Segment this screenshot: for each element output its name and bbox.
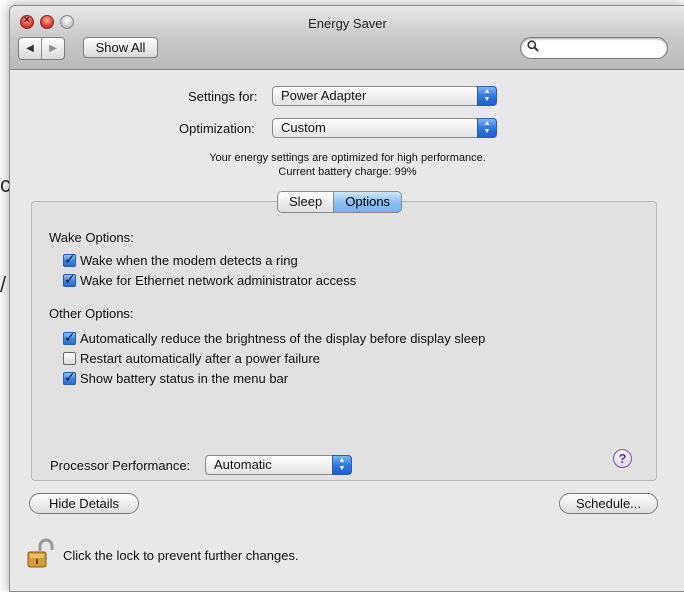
checkbox-checked-icon [63, 271, 76, 288]
wake-modem-checkbox[interactable]: Wake when the modem detects a ring [63, 251, 298, 268]
popup-arrows-icon: ▲ ▼ [477, 86, 497, 106]
settings-for-value: Power Adapter [281, 88, 367, 103]
schedule-button[interactable]: Schedule... [559, 493, 658, 514]
back-forward-control: ◀ ▶ [18, 37, 65, 60]
title-bar: × Energy Saver ◀ ▶ Show All [10, 6, 684, 70]
processor-performance-popup[interactable]: Automatic ▲ ▼ [205, 455, 352, 475]
wake-ethernet-checkbox[interactable]: Wake for Ethernet network administrator … [63, 271, 357, 288]
checkbox-checked-icon [63, 329, 76, 346]
restart-after-power-failure-checkbox[interactable]: Restart automatically after a power fail… [63, 350, 320, 366]
search-field[interactable] [520, 37, 668, 59]
processor-performance-value: Automatic [214, 457, 272, 472]
status-text-line2: Current battery charge: 99% [278, 166, 417, 178]
checkbox-label: Automatically reduce the brightness of t… [80, 330, 486, 346]
hide-details-button[interactable]: Hide Details [29, 493, 139, 514]
background-text-fragment: / [0, 272, 7, 297]
settings-for-popup[interactable]: Power Adapter ▲ ▼ [272, 86, 497, 106]
back-arrow-icon: ◀ [26, 43, 34, 54]
checkbox-label: Show battery status in the menu bar [80, 370, 289, 386]
popup-arrows-icon: ▲ ▼ [332, 455, 352, 475]
optimization-popup[interactable]: Custom ▲ ▼ [272, 118, 497, 138]
reduce-brightness-checkbox[interactable]: Automatically reduce the brightness of t… [63, 329, 486, 346]
show-all-button[interactable]: Show All [83, 37, 158, 58]
show-battery-status-checkbox[interactable]: Show battery status in the menu bar [63, 369, 289, 386]
checkbox-label: Wake when the modem detects a ring [80, 252, 298, 268]
optimization-value: Custom [281, 120, 326, 135]
forward-button[interactable]: ▶ [41, 38, 64, 59]
wake-options-heading: Wake Options: [49, 230, 134, 245]
lock-status-text: Click the lock to prevent further change… [63, 548, 299, 563]
status-text-line1: Your energy settings are optimized for h… [209, 152, 486, 164]
back-button[interactable]: ◀ [19, 38, 41, 59]
checkbox-checked-icon [63, 251, 76, 268]
popup-arrows-icon: ▲ ▼ [477, 118, 497, 138]
settings-for-label: Settings for: [188, 89, 258, 104]
options-panel: Wake Options: Wake when the modem detect… [31, 201, 657, 481]
other-options-heading: Other Options: [49, 306, 134, 321]
checkbox-unchecked-icon [63, 351, 76, 365]
checkbox-checked-icon [63, 369, 76, 386]
forward-arrow-icon: ▶ [49, 43, 57, 54]
help-button[interactable]: ? [613, 449, 632, 468]
energy-saver-window: × Energy Saver ◀ ▶ Show All Settings for… [9, 5, 684, 592]
tab-options[interactable]: Options [333, 192, 402, 212]
processor-performance-label: Processor Performance: [50, 458, 191, 473]
optimization-label: Optimization: [179, 121, 255, 136]
search-icon [527, 40, 539, 55]
checkbox-label: Restart automatically after a power fail… [80, 350, 320, 366]
window-title: Energy Saver [308, 16, 387, 31]
lock-icon[interactable] [27, 538, 55, 570]
tab-sleep[interactable]: Sleep [278, 192, 334, 212]
checkbox-label: Wake for Ethernet network administrator … [80, 272, 357, 288]
tab-bar: Sleep Options [277, 191, 403, 213]
